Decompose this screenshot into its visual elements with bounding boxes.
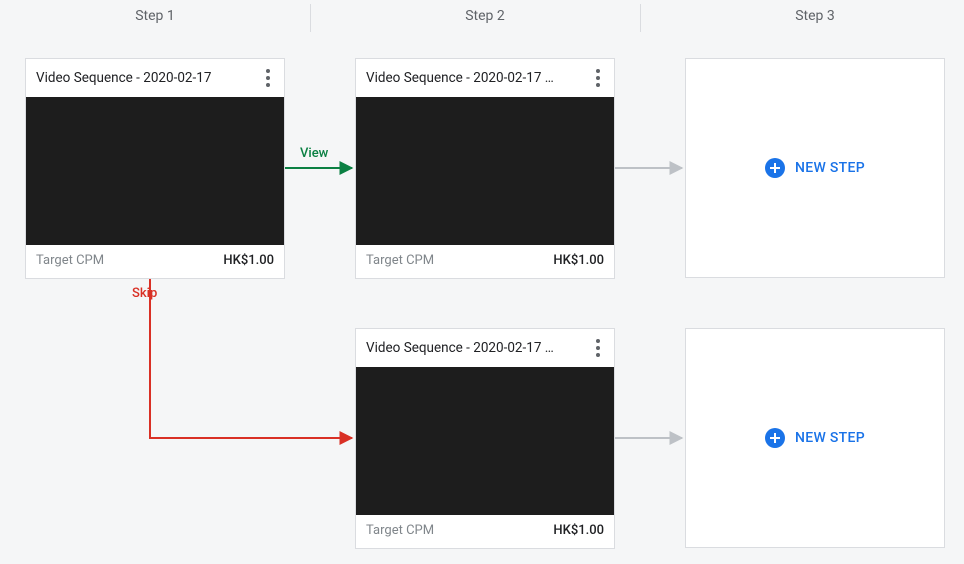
sequence-card-step2-view[interactable]: Video Sequence - 2020-02-17 … Target CPM…	[355, 58, 615, 279]
target-cpm-label: Target CPM	[36, 253, 104, 270]
connector-label-view: View	[300, 146, 328, 161]
sequence-card-step2-skip[interactable]: Video Sequence - 2020-02-17 … Target CPM…	[355, 328, 615, 549]
connector-label-skip: Skip	[132, 286, 157, 301]
sequence-card-step1[interactable]: Video Sequence - 2020-02-17 Target CPM H…	[25, 58, 285, 279]
more-icon[interactable]	[588, 67, 608, 89]
divider-2-3	[640, 4, 641, 32]
divider-1-2	[310, 4, 311, 32]
new-step-button-bottom[interactable]: NEW STEP	[685, 328, 945, 548]
step-header-1: Step 1	[25, 8, 285, 24]
target-cpm-value: HK$1.00	[553, 253, 604, 270]
step-header-3: Step 3	[685, 8, 945, 24]
video-thumbnail	[26, 97, 284, 245]
plus-icon	[765, 158, 785, 178]
card-title: Video Sequence - 2020-02-17	[36, 70, 258, 86]
card-title: Video Sequence - 2020-02-17 …	[366, 340, 588, 356]
plus-icon	[765, 428, 785, 448]
new-step-label: NEW STEP	[795, 160, 865, 176]
step-header-2: Step 2	[355, 8, 615, 24]
more-icon[interactable]	[258, 67, 278, 89]
more-icon[interactable]	[588, 337, 608, 359]
new-step-button-top[interactable]: NEW STEP	[685, 58, 945, 278]
target-cpm-value: HK$1.00	[553, 523, 604, 540]
target-cpm-value: HK$1.00	[223, 253, 274, 270]
new-step-label: NEW STEP	[795, 430, 865, 446]
target-cpm-label: Target CPM	[366, 253, 434, 270]
video-thumbnail	[356, 367, 614, 515]
connector-skip	[150, 278, 352, 438]
target-cpm-label: Target CPM	[366, 523, 434, 540]
video-thumbnail	[356, 97, 614, 245]
card-title: Video Sequence - 2020-02-17 …	[366, 70, 588, 86]
